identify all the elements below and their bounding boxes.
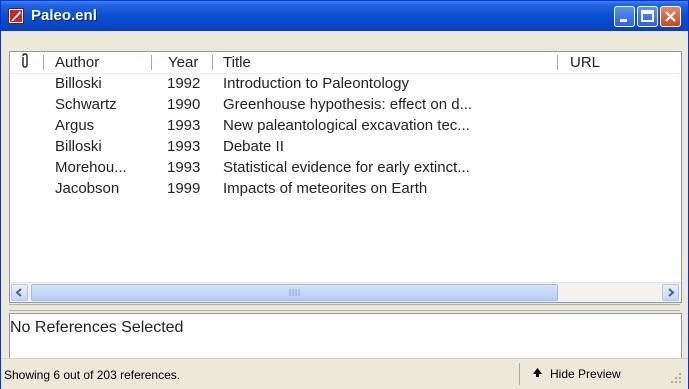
title-cell: Statistical evidence for early extinct..… bbox=[223, 159, 470, 176]
column-header-row: Author Year Title URL bbox=[10, 52, 681, 74]
column-header-author[interactable]: Author bbox=[55, 54, 99, 71]
arrow-up-icon bbox=[533, 368, 542, 377]
resize-grip-icon[interactable] bbox=[669, 371, 683, 385]
author-cell: Billoski bbox=[55, 138, 102, 155]
status-text: Showing 6 out of 203 references. bbox=[4, 368, 181, 382]
column-header-year[interactable]: Year bbox=[168, 54, 198, 71]
author-cell: Billoski bbox=[55, 75, 102, 92]
column-header-attachment[interactable] bbox=[20, 53, 30, 73]
year-cell: 1993 bbox=[167, 117, 201, 134]
reference-list[interactable]: Author Year Title URL Billoski 1992 Intr… bbox=[9, 51, 682, 303]
year-cell: 1992 bbox=[167, 75, 201, 92]
title-cell: New paleantological excavation tec... bbox=[223, 117, 470, 134]
horizontal-scrollbar[interactable] bbox=[10, 282, 681, 302]
scroll-left-button[interactable] bbox=[11, 284, 28, 301]
author-cell: Morehou... bbox=[55, 159, 127, 176]
hide-preview-button[interactable]: Hide Preview bbox=[531, 363, 661, 385]
table-row[interactable]: Jacobson 1999 Impacts of meteorites on E… bbox=[10, 179, 681, 199]
maximize-button[interactable] bbox=[637, 6, 658, 27]
column-separator[interactable] bbox=[557, 55, 558, 70]
maximize-icon bbox=[641, 10, 654, 22]
title-cell: Debate II bbox=[223, 138, 284, 155]
year-cell: 1993 bbox=[167, 138, 201, 155]
column-separator[interactable] bbox=[43, 55, 44, 70]
chevron-right-icon bbox=[668, 288, 675, 297]
hide-preview-label: Hide Preview bbox=[550, 367, 621, 381]
preview-splitter[interactable] bbox=[9, 304, 680, 311]
app-window: Paleo.enl Author Year Title URL Billoski… bbox=[0, 0, 689, 389]
table-row[interactable]: Argus 1993 New paleantological excavatio… bbox=[10, 116, 681, 136]
window-title: Paleo.enl bbox=[31, 7, 97, 24]
preview-text: No References Selected bbox=[10, 319, 184, 336]
column-separator[interactable] bbox=[212, 55, 213, 70]
grip-lines-icon bbox=[289, 289, 300, 296]
column-separator[interactable] bbox=[151, 55, 152, 70]
scroll-thumb[interactable] bbox=[31, 284, 558, 301]
year-cell: 1999 bbox=[167, 180, 201, 197]
title-bar[interactable]: Paleo.enl bbox=[1, 1, 688, 31]
column-header-title[interactable]: Title bbox=[223, 54, 251, 71]
scroll-right-button[interactable] bbox=[662, 284, 679, 301]
status-bar: Showing 6 out of 203 references. Hide Pr… bbox=[1, 358, 688, 389]
minimize-button[interactable] bbox=[614, 6, 635, 27]
title-cell: Introduction to Paleontology bbox=[223, 75, 409, 92]
year-cell: 1993 bbox=[167, 159, 201, 176]
title-cell: Impacts of meteorites on Earth bbox=[223, 180, 428, 197]
title-cell: Greenhouse hypothesis: effect on d... bbox=[223, 96, 473, 113]
window-client-area: Author Year Title URL Billoski 1992 Intr… bbox=[4, 31, 685, 385]
chevron-left-icon bbox=[15, 288, 22, 297]
author-cell: Argus bbox=[55, 117, 95, 134]
close-button[interactable] bbox=[660, 6, 681, 27]
status-separator bbox=[519, 363, 520, 385]
table-row[interactable]: Billoski 1993 Debate II bbox=[10, 137, 681, 157]
column-header-url[interactable]: URL bbox=[570, 54, 600, 71]
minimize-icon bbox=[620, 19, 627, 22]
table-row[interactable]: Morehou... 1993 Statistical evidence for… bbox=[10, 158, 681, 178]
endnote-app-icon bbox=[8, 8, 24, 24]
paperclip-icon bbox=[22, 53, 28, 68]
year-cell: 1990 bbox=[167, 96, 201, 113]
table-row[interactable]: Billoski 1992 Introduction to Paleontolo… bbox=[10, 74, 681, 94]
close-icon bbox=[665, 11, 676, 22]
author-cell: Jacobson bbox=[55, 180, 120, 197]
table-row[interactable]: Schwartz 1990 Greenhouse hypothesis: eff… bbox=[10, 95, 681, 115]
author-cell: Schwartz bbox=[55, 96, 117, 113]
